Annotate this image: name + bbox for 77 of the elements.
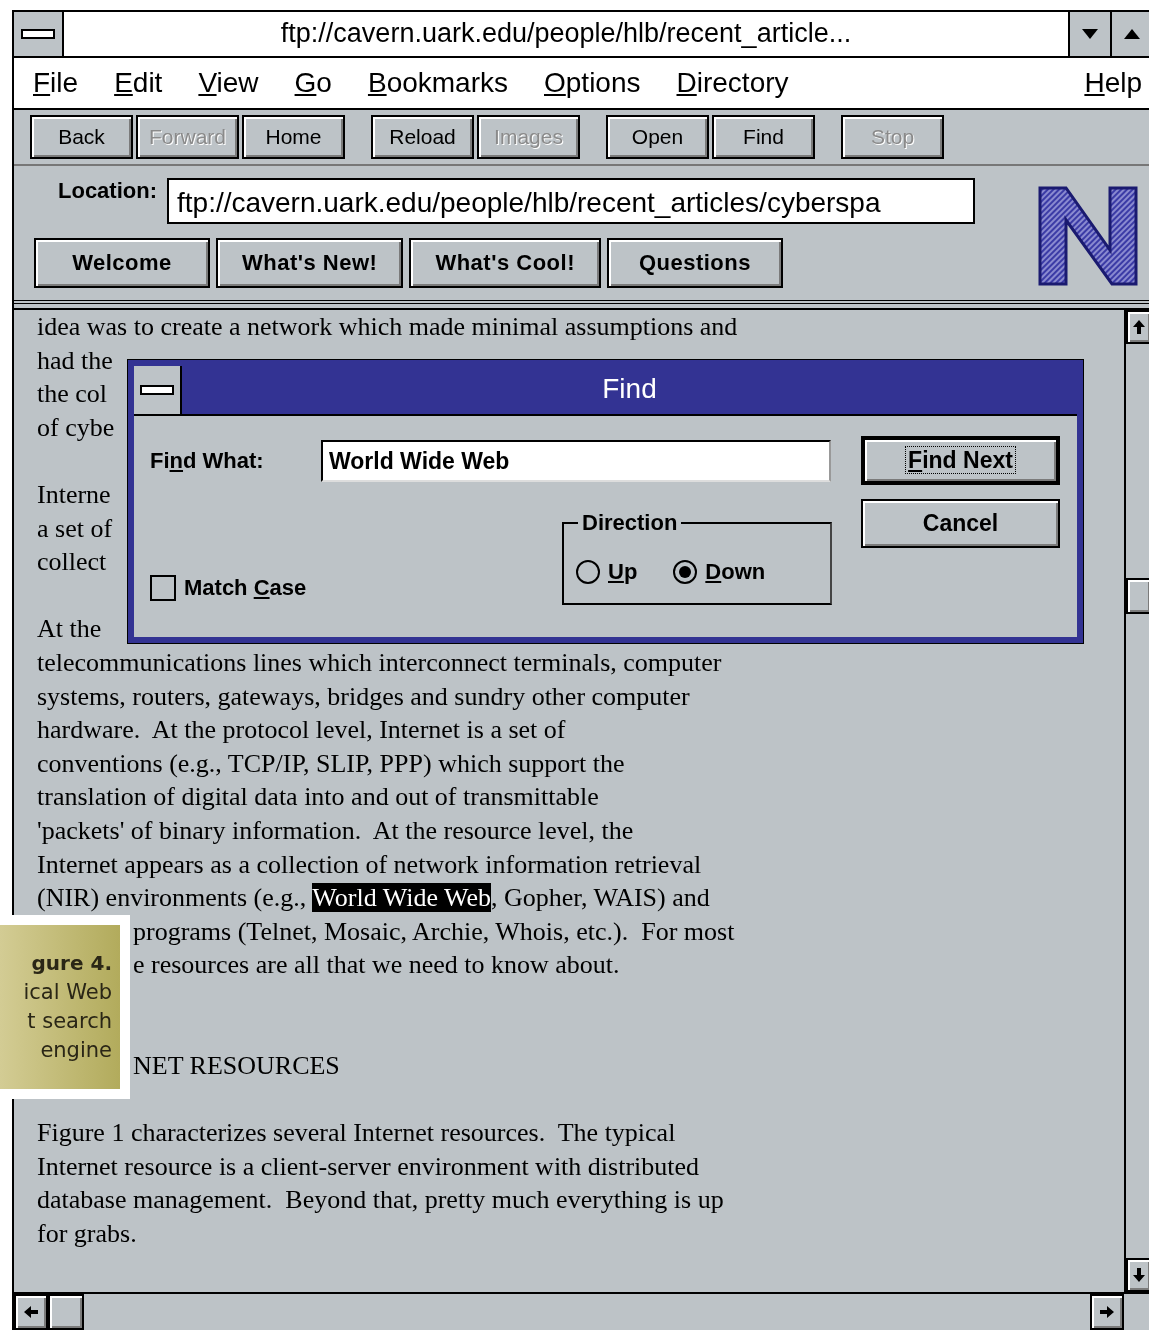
directory-button[interactable]: Welcome	[34, 238, 210, 288]
dialog-button[interactable]: Find Next	[861, 436, 1060, 485]
menu-item[interactable]: Edit	[114, 67, 163, 99]
scroll-thumb[interactable]	[48, 1294, 84, 1330]
left-arrow-icon	[23, 1304, 39, 1320]
minimize-button[interactable]	[1068, 12, 1110, 56]
body-text: Internet resource is a client-server environment with distributed	[37, 1151, 700, 1181]
radio-button[interactable]	[673, 559, 698, 584]
direction-label: Direction	[581, 510, 679, 536]
radio-label: Down	[705, 558, 766, 585]
caption-title: gure 4.	[31, 950, 112, 977]
body-text: systems, routers, gateways, bridges and sundry other computer	[37, 681, 690, 711]
location-field[interactable]: ftp://cavern.uark.edu/people/hlb/recent_articles/cyberspa	[167, 178, 975, 224]
up-arrow-icon	[1131, 319, 1147, 335]
find-what-label: Find What:	[150, 448, 265, 474]
scroll-right-button[interactable]	[1090, 1294, 1124, 1330]
match-case-checkbox[interactable]	[150, 575, 176, 601]
scroll-thumb[interactable]	[1126, 578, 1149, 614]
body-text: , Gopher, WAIS) and	[491, 883, 710, 913]
body-text: Figure 1 characterizes several Internet resources. The typical	[37, 1118, 676, 1148]
directory-button[interactable]: What's New!	[216, 238, 404, 288]
body-text: Interne	[37, 479, 111, 509]
maximize-button[interactable]	[1110, 12, 1149, 56]
body-text: translation of digital data into and out of transmittable	[37, 782, 599, 812]
body-text: At the	[37, 614, 102, 644]
body-text: idea was to create a network which made minimal assumptions and	[37, 312, 738, 341]
location-label: Location:	[58, 178, 157, 204]
body-text: of cybe	[37, 412, 115, 442]
body-text: (NIR) environments (e.g.,	[37, 883, 308, 913]
body-text: NET RESOURCES	[133, 1051, 340, 1081]
match-case-label: Match Case	[184, 575, 307, 601]
body-text: for grabs.	[37, 1219, 137, 1249]
system-menu-button[interactable]	[14, 12, 64, 56]
caption-line: engine	[40, 1037, 112, 1064]
body-text: programs (Telnet, Mosaic, Archie, Whois, etc.). For most	[133, 916, 735, 946]
menu-item[interactable]: File	[33, 67, 79, 99]
scroll-down-button[interactable]	[1126, 1258, 1149, 1292]
window-title: ftp://cavern.uark.edu/people/hlb/recent_article...	[279, 17, 853, 50]
dialog-button[interactable]: Cancel	[861, 499, 1060, 548]
body-text: conventions (e.g., TCP/IP, SLIP, PPP) which support the	[37, 748, 625, 778]
right-arrow-icon	[1099, 1304, 1115, 1320]
toolbar-button[interactable]: Open	[606, 115, 709, 159]
directory-button[interactable]: What's Cool!	[409, 238, 601, 288]
menu-item[interactable]: Bookmarks	[367, 67, 508, 99]
body-text: had the	[37, 345, 113, 375]
down-triangle-icon	[1082, 29, 1098, 39]
body-text: collect	[37, 547, 107, 577]
toolbar-button[interactable]: Reload	[371, 115, 474, 159]
up-triangle-icon	[1124, 29, 1140, 39]
body-text: database management. Beyond that, pretty much everything is up	[37, 1185, 724, 1215]
toolbar-button[interactable]: Home	[242, 115, 345, 159]
menu-item[interactable]: Go	[294, 67, 332, 99]
body-text: e resources are all that we need to know about.	[133, 950, 620, 980]
body-text: the col	[37, 379, 108, 409]
body-text: 'packets' of binary information. At the resource level, the	[37, 815, 634, 845]
dialog-title: Find	[601, 372, 658, 406]
highlighted-text: World Wide Web	[312, 883, 492, 913]
directory-button[interactable]: Questions	[606, 238, 783, 288]
toolbar-button[interactable]: Find	[712, 115, 815, 159]
scroll-left-button[interactable]	[14, 1294, 48, 1330]
system-menu-button[interactable]	[134, 366, 182, 414]
body-text: a set of	[37, 513, 113, 543]
body-text: hardware. At the protocol level, Internet is a set of	[37, 715, 566, 745]
menu-item[interactable]: View	[198, 67, 259, 99]
menu-item[interactable]: Options	[544, 67, 641, 99]
find-what-field[interactable]: World Wide Web	[321, 440, 831, 482]
scroll-up-button[interactable]	[1126, 310, 1149, 344]
radio-label: Up	[608, 558, 638, 585]
body-text: telecommunications lines which interconnect terminals, computer	[37, 647, 722, 677]
toolbar-button[interactable]: Back	[30, 115, 133, 159]
radio-button[interactable]	[576, 559, 600, 584]
menu-item[interactable]: Help	[1084, 67, 1142, 99]
menu-item[interactable]: Directory	[676, 67, 789, 99]
caption-line: ical Web	[23, 979, 112, 1006]
body-text: Internet appears as a collection of network information retrieval	[37, 849, 702, 879]
down-arrow-icon	[1131, 1267, 1147, 1283]
caption-line: t search	[27, 1008, 112, 1035]
